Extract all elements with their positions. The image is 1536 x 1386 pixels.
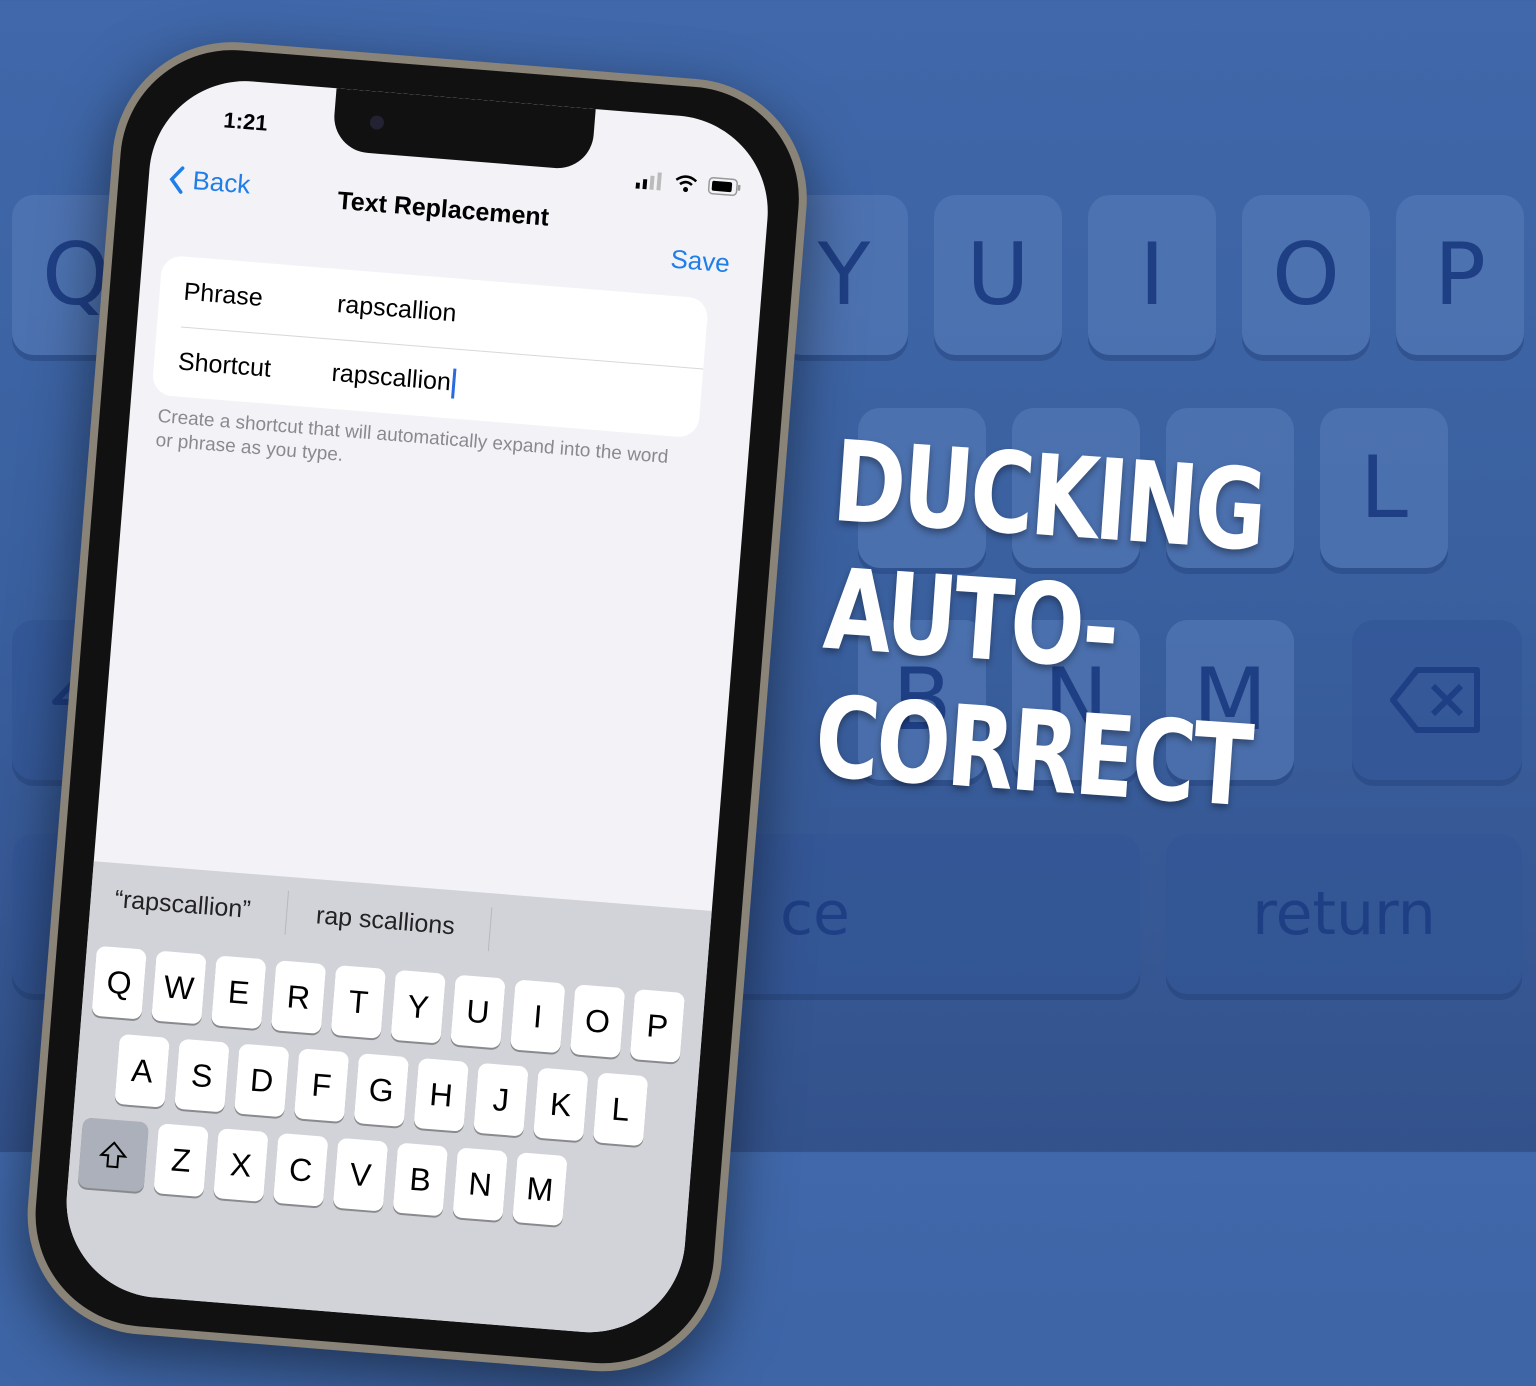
key-r[interactable]: R xyxy=(270,960,327,1034)
key-m[interactable]: M xyxy=(512,1152,568,1226)
bg-key-return: return xyxy=(1166,834,1522,994)
save-button[interactable]: Save xyxy=(669,244,730,280)
back-button[interactable]: Back xyxy=(168,163,252,200)
shift-icon xyxy=(98,1141,128,1169)
key-c[interactable]: C xyxy=(272,1132,329,1207)
cellular-signal-icon xyxy=(635,172,662,191)
key-f[interactable]: F xyxy=(293,1048,350,1123)
key-k[interactable]: K xyxy=(533,1067,589,1142)
key-x[interactable]: X xyxy=(213,1128,269,1202)
key-q[interactable]: Q xyxy=(91,945,147,1020)
key-v[interactable]: V xyxy=(332,1137,389,1212)
status-icons xyxy=(635,171,742,197)
key-p[interactable]: P xyxy=(629,989,686,1063)
key-i[interactable]: I xyxy=(510,979,566,1054)
key-shift[interactable] xyxy=(77,1117,150,1193)
key-u[interactable]: U xyxy=(450,974,506,1049)
back-label: Back xyxy=(191,165,252,200)
key-z[interactable]: Z xyxy=(153,1123,209,1198)
bg-key-u: U xyxy=(934,195,1062,355)
ios-keyboard: “rapscallion” rap scallions Q W E R T Y … xyxy=(59,861,712,1340)
key-b[interactable]: B xyxy=(392,1142,449,1217)
bg-key-delete xyxy=(1352,620,1522,780)
key-n[interactable]: N xyxy=(452,1147,508,1222)
shortcut-label: Shortcut xyxy=(177,346,273,383)
status-time: 1:21 xyxy=(222,107,269,136)
phone-frame: 1:21 Back Text Replacement Save Phrase r… xyxy=(18,32,817,1381)
front-camera xyxy=(369,115,385,131)
page-title: Text Replacement xyxy=(336,186,551,232)
headline-line-3: CORRECT xyxy=(811,672,1254,833)
bg-key-o: O xyxy=(1242,195,1370,355)
bg-key-i: I xyxy=(1088,195,1216,355)
phrase-label: Phrase xyxy=(182,277,264,312)
key-l[interactable]: L xyxy=(592,1072,649,1147)
suggestion-divider xyxy=(487,907,493,952)
suggestion-divider xyxy=(284,890,290,935)
phone-screen: 1:21 Back Text Replacement Save Phrase r… xyxy=(59,73,776,1340)
suggestion-2[interactable]: rap scallions xyxy=(315,901,456,941)
key-g[interactable]: G xyxy=(353,1053,410,1127)
key-y[interactable]: Y xyxy=(390,969,446,1044)
suggestion-1[interactable]: “rapscallion” xyxy=(114,885,252,925)
key-w[interactable]: W xyxy=(151,950,207,1025)
key-e[interactable]: E xyxy=(211,955,267,1030)
key-s[interactable]: S xyxy=(174,1038,230,1113)
shortcut-value: rapscallion xyxy=(330,358,452,397)
phrase-field[interactable]: rapscallion xyxy=(336,290,457,328)
headline: DUCKING AUTO- CORRECT xyxy=(811,417,1297,833)
key-t[interactable]: T xyxy=(330,965,387,1039)
battery-icon xyxy=(707,176,741,197)
shortcut-field[interactable]: rapscallion xyxy=(330,359,456,399)
notch xyxy=(331,88,596,171)
key-a[interactable]: A xyxy=(114,1033,170,1108)
bg-key-l: L xyxy=(1320,408,1448,568)
phone: 1:21 Back Text Replacement Save Phrase r… xyxy=(18,32,880,1381)
wifi-icon xyxy=(675,175,698,193)
bg-key-p: P xyxy=(1396,195,1524,355)
key-d[interactable]: D xyxy=(234,1043,290,1118)
chevron-left-icon xyxy=(169,165,185,194)
key-j[interactable]: J xyxy=(473,1062,529,1137)
key-h[interactable]: H xyxy=(413,1057,469,1132)
key-o[interactable]: O xyxy=(569,984,626,1059)
delete-icon xyxy=(1390,667,1480,733)
